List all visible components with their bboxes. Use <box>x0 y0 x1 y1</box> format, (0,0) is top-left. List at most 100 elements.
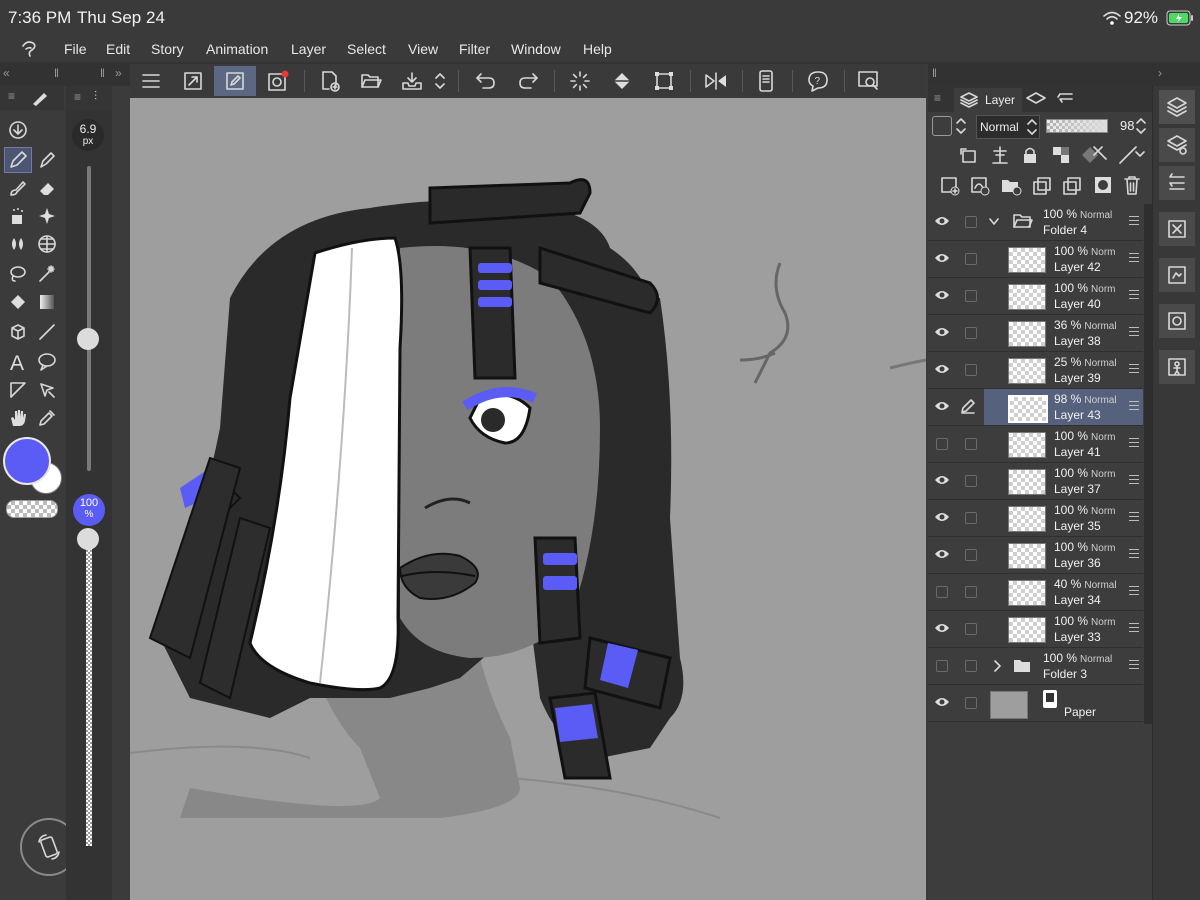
lock-transparency-icon[interactable] <box>1052 146 1070 164</box>
layer-row-folder-3[interactable]: 100 % Normal Folder 3 <box>928 648 1143 685</box>
brush-tool-icon[interactable] <box>5 176 31 200</box>
drag-handle-icon[interactable] <box>1129 660 1139 672</box>
open-file-button[interactable] <box>355 66 387 96</box>
item-bank-button[interactable] <box>1159 350 1195 384</box>
collapse-left-icon[interactable]: « <box>3 66 10 80</box>
merge-down-icon[interactable] <box>1062 176 1082 196</box>
edit-mode-button[interactable] <box>214 66 256 96</box>
panel-grip-icon[interactable]: ‖ <box>54 66 59 80</box>
layer-select-checkbox[interactable] <box>965 549 977 561</box>
visibility-eye-icon[interactable] <box>934 548 950 560</box>
layer-row-layer-33[interactable]: 100 % Norm Layer 33 <box>928 611 1143 648</box>
menu-edit[interactable]: Edit <box>106 41 130 57</box>
menu-select[interactable]: Select <box>347 41 386 57</box>
drag-handle-icon[interactable] <box>1129 475 1139 487</box>
layer-row-paper[interactable]: Paper <box>928 685 1143 722</box>
chevron-right-icon[interactable] <box>994 660 1002 672</box>
visibility-eye-icon[interactable] <box>934 326 950 338</box>
ruler-enable-icon[interactable] <box>1118 146 1146 164</box>
layer-row-layer-35[interactable]: 100 % Norm Layer 35 <box>928 500 1143 537</box>
eraser-tool-icon[interactable] <box>34 176 60 200</box>
menu-story[interactable]: Story <box>151 41 184 57</box>
history-tab-icon[interactable] <box>1056 92 1076 106</box>
balloon-tool-icon[interactable] <box>34 350 60 374</box>
brush-size-track[interactable] <box>87 166 91 471</box>
menu-lines-icon[interactable]: ≡ <box>934 91 941 105</box>
panel-grip-icon[interactable]: ‖ <box>100 66 105 80</box>
3d-object-icon[interactable] <box>5 320 31 344</box>
layer-property-tab-icon[interactable] <box>1026 92 1046 106</box>
fit-view-button[interactable] <box>177 66 209 96</box>
operation-tool-icon[interactable] <box>34 378 60 402</box>
frame-tool-icon[interactable] <box>5 378 31 402</box>
fill-button[interactable] <box>606 66 638 96</box>
layer-row-layer-40[interactable]: 100 % Norm Layer 40 <box>928 278 1143 315</box>
blend-mode-select[interactable]: Normal <box>976 115 1040 139</box>
eyedropper-tool-icon[interactable] <box>34 406 60 430</box>
layer-select-checkbox[interactable] <box>965 586 977 598</box>
help-tips-button[interactable]: ? <box>802 66 834 96</box>
sub-view-button[interactable] <box>1159 258 1195 292</box>
layer-opacity-slider[interactable] <box>1046 119 1108 133</box>
expand-right-icon[interactable]: › <box>1158 66 1162 80</box>
layer-row-layer-37[interactable]: 100 % Norm Layer 37 <box>928 463 1143 500</box>
brush-tab-icon[interactable] <box>30 90 52 106</box>
redo-button[interactable] <box>512 66 544 96</box>
visibility-eye-icon[interactable] <box>934 215 950 227</box>
spray-tool-icon[interactable] <box>5 204 31 228</box>
download-tool-icon[interactable] <box>5 118 31 142</box>
sparkle-tool-icon[interactable] <box>34 204 60 228</box>
magic-wand-icon[interactable] <box>34 262 60 286</box>
drag-handle-icon[interactable] <box>1129 401 1139 413</box>
new-folder-icon[interactable] <box>1000 176 1022 196</box>
new-canvas-button[interactable] <box>314 66 346 96</box>
layer-select-checkbox[interactable] <box>965 512 977 524</box>
layer-row-layer-42[interactable]: 100 % Norm Layer 42 <box>928 241 1143 278</box>
slider-settings-icon[interactable]: ⫶ <box>94 89 97 104</box>
drag-handle-icon[interactable] <box>1129 327 1139 339</box>
visibility-eye-icon[interactable] <box>934 622 950 634</box>
pencil-tool-icon[interactable] <box>34 148 60 172</box>
main-color-swatch[interactable] <box>3 437 51 485</box>
layer-row-folder-4[interactable]: 100 % Normal Folder 4 <box>928 204 1143 241</box>
clear-button[interactable] <box>564 66 596 96</box>
hand-tool-icon[interactable] <box>5 406 31 430</box>
layer-select-checkbox[interactable] <box>965 475 977 487</box>
visibility-eye-icon[interactable] <box>934 696 950 708</box>
menu-layer[interactable]: Layer <box>291 41 326 57</box>
visibility-eye-icon[interactable] <box>934 511 950 523</box>
transparent-color-swatch[interactable] <box>6 500 58 518</box>
lock-icon[interactable] <box>1022 146 1038 164</box>
layer-row-layer-43[interactable]: 98 % Normal Layer 43 <box>928 389 1143 426</box>
transfer-down-icon[interactable] <box>1032 176 1052 196</box>
layer-select-checkbox[interactable] <box>965 216 977 228</box>
pen-tool-icon[interactable] <box>4 147 32 173</box>
drag-handle-icon[interactable] <box>1129 253 1139 265</box>
layer-select-checkbox[interactable] <box>965 697 977 709</box>
clip-layer-icon[interactable] <box>960 148 978 164</box>
command-menu-button[interactable] <box>135 66 167 96</box>
layer-property-button[interactable] <box>1159 128 1195 162</box>
fill-tool-icon[interactable] <box>5 290 31 314</box>
drag-handle-icon[interactable] <box>1129 623 1139 635</box>
layer-row-layer-34[interactable]: 40 % Normal Layer 34 <box>928 574 1143 611</box>
record-button[interactable] <box>262 66 294 96</box>
chevron-down-icon[interactable] <box>989 218 999 226</box>
save-options-toggle[interactable] <box>430 66 450 96</box>
visibility-toggle-off[interactable] <box>936 660 948 672</box>
material-button[interactable] <box>1159 304 1195 338</box>
layer-row-layer-38[interactable]: 36 % Normal Layer 38 <box>928 315 1143 352</box>
save-button[interactable] <box>396 66 428 96</box>
blend-tool-icon[interactable] <box>5 232 31 256</box>
visibility-toggle-off[interactable] <box>936 438 948 450</box>
layer-row-layer-36[interactable]: 100 % Norm Layer 36 <box>928 537 1143 574</box>
menu-lines-icon[interactable]: ≡ <box>8 89 15 103</box>
drag-handle-icon[interactable] <box>1129 512 1139 524</box>
flip-horizontal-button[interactable] <box>700 66 732 96</box>
companion-mode-button[interactable] <box>750 66 782 96</box>
transform-button[interactable] <box>648 66 680 96</box>
layer-list-scrollbar[interactable] <box>1144 204 1152 724</box>
opacity-handle[interactable] <box>77 528 99 550</box>
layer-row-layer-41[interactable]: 100 % Norm Layer 41 <box>928 426 1143 463</box>
visibility-eye-icon[interactable] <box>934 400 950 412</box>
